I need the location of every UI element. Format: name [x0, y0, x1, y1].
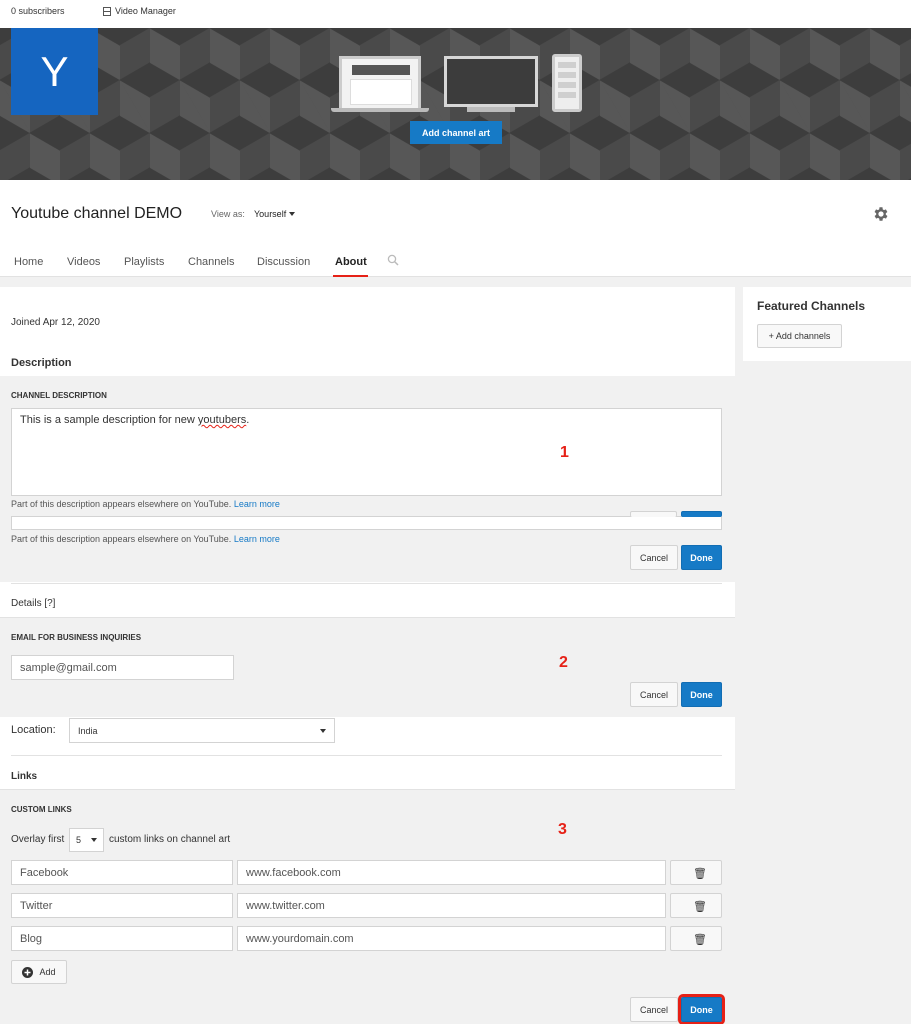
link-title-value: Facebook	[20, 866, 69, 879]
laptop-preview-icon	[339, 56, 421, 108]
add-channel-art-button[interactable]: Add channel art	[410, 121, 502, 144]
divider	[11, 755, 722, 756]
description-note: Part of this description appears elsewhe…	[11, 499, 280, 509]
description-note-repeat: Part of this description appears elsewhe…	[11, 534, 280, 544]
add-link-label: Add	[39, 967, 56, 977]
trash-icon: 🗑	[693, 901, 707, 913]
about-section: Joined Apr 12, 2020 Description CHANNEL …	[0, 287, 735, 1024]
custom-links-label: CUSTOM LINKS	[11, 805, 72, 814]
overlay-suffix: custom links on channel art	[109, 834, 231, 845]
overlay-prefix: Overlay first	[11, 834, 65, 845]
divider	[11, 583, 722, 584]
link-url-value: www.yourdomain.com	[246, 932, 354, 945]
channel-description-label: CHANNEL DESCRIPTION	[11, 391, 107, 400]
email-panel: EMAIL FOR BUSINESS INQUIRIES sample@gmai…	[0, 617, 735, 717]
email-done-button[interactable]: Done	[681, 682, 722, 707]
tab-discussion[interactable]: Discussion	[257, 256, 310, 268]
avatar-letter: Y	[40, 47, 69, 95]
active-tab-underline	[333, 275, 368, 277]
link-url-value: www.twitter.com	[246, 899, 325, 912]
custom-links-panel: CUSTOM LINKS Overlay first 5 custom link…	[0, 789, 735, 1024]
view-as-value: Yourself	[254, 209, 287, 219]
overlay-count-value: 5	[76, 835, 82, 845]
location-select[interactable]: India	[69, 718, 335, 743]
done-button-ghost	[681, 511, 722, 517]
tab-about[interactable]: About	[335, 256, 367, 268]
delete-link-button[interactable]: 🗑	[670, 893, 722, 918]
link-url-input[interactable]: www.facebook.com	[237, 860, 666, 885]
business-email-value: sample@gmail.com	[20, 661, 117, 674]
description-cancel-button[interactable]: Cancel	[630, 545, 678, 570]
add-circle-icon	[22, 966, 34, 978]
video-manager-label: Video Manager	[115, 6, 176, 16]
tab-home[interactable]: Home	[14, 256, 43, 268]
tab-playlists[interactable]: Playlists	[124, 256, 164, 268]
add-channels-button[interactable]: + Add channels	[757, 324, 842, 348]
learn-more-link[interactable]: Learn more	[234, 499, 280, 509]
add-link-button[interactable]: Add	[11, 960, 67, 984]
tab-channels[interactable]: Channels	[188, 256, 234, 268]
chevron-down-icon	[289, 212, 296, 216]
subscriber-count: 0 subscribers	[11, 6, 65, 16]
featured-channels-title: Featured Channels	[757, 299, 866, 313]
tab-videos[interactable]: Videos	[67, 256, 100, 268]
description-note-text-repeat: Part of this description appears elsewhe…	[11, 534, 232, 544]
link-title-value: Twitter	[20, 899, 53, 912]
laptop-base	[331, 108, 429, 112]
description-textarea-duplicate[interactable]	[11, 516, 722, 530]
tv-preview-icon	[444, 56, 538, 107]
view-as-label: View as:	[211, 209, 245, 219]
business-email-label: EMAIL FOR BUSINESS INQUIRIES	[11, 633, 142, 642]
joined-date: Joined Apr 12, 2020	[11, 317, 100, 328]
overlay-count-select[interactable]: 5	[69, 828, 104, 852]
step-marker-3: 3	[558, 821, 567, 838]
link-url-value: www.facebook.com	[246, 866, 341, 879]
email-cancel-button[interactable]: Cancel	[630, 682, 678, 707]
step-marker-1: 1	[560, 444, 569, 461]
featured-channels-sidebar: Featured Channels + Add channels	[743, 287, 911, 361]
links-cancel-button[interactable]: Cancel	[630, 997, 678, 1022]
top-bar: 0 subscribers Video Manager	[0, 0, 911, 28]
description-note-text: Part of this description appears elsewhe…	[11, 499, 232, 509]
description-misspelled-word: youtubers	[197, 414, 247, 426]
description-heading: Description	[11, 357, 72, 369]
trash-icon: 🗑	[693, 868, 707, 880]
gear-icon[interactable]	[872, 205, 890, 223]
cancel-button-ghost	[630, 511, 677, 517]
description-text: This is a sample description for new	[20, 414, 198, 426]
channel-title: Youtube channel DEMO	[11, 205, 183, 222]
search-icon[interactable]	[387, 254, 399, 266]
location-value: India	[78, 725, 98, 736]
link-title-input[interactable]: Twitter	[11, 893, 233, 918]
video-manager-icon	[103, 6, 111, 16]
details-heading: Details [?]	[11, 598, 56, 609]
delete-link-button[interactable]: 🗑	[670, 926, 722, 951]
channel-avatar[interactable]: Y	[11, 28, 98, 115]
learn-more-link-repeat[interactable]: Learn more	[234, 534, 280, 544]
link-url-input[interactable]: www.yourdomain.com	[237, 926, 666, 951]
link-title-input[interactable]: Facebook	[11, 860, 233, 885]
business-email-input[interactable]: sample@gmail.com	[11, 655, 234, 680]
trash-icon: 🗑	[693, 934, 707, 946]
channel-description-textarea[interactable]: This is a sample description for new you…	[11, 408, 722, 496]
phone-preview-icon	[552, 54, 582, 112]
links-heading: Links	[11, 771, 38, 782]
links-done-button[interactable]: Done	[678, 994, 725, 1024]
location-label: Location:	[11, 724, 56, 736]
step-marker-2: 2	[559, 654, 568, 671]
video-manager-link[interactable]: Video Manager	[103, 6, 176, 16]
description-panel: CHANNEL DESCRIPTION This is a sample des…	[0, 376, 735, 582]
tv-stand	[467, 107, 515, 112]
description-text-end: .	[246, 414, 250, 426]
link-title-input[interactable]: Blog	[11, 926, 233, 951]
description-done-button[interactable]: Done	[681, 545, 722, 570]
delete-link-button[interactable]: 🗑	[670, 860, 722, 885]
view-as-dropdown[interactable]: Yourself	[254, 209, 296, 219]
link-title-value: Blog	[20, 932, 43, 945]
link-url-input[interactable]: www.twitter.com	[237, 893, 666, 918]
chevron-down-icon	[320, 728, 326, 733]
chevron-down-icon	[91, 838, 97, 842]
channel-banner: Add channel art	[0, 28, 911, 180]
